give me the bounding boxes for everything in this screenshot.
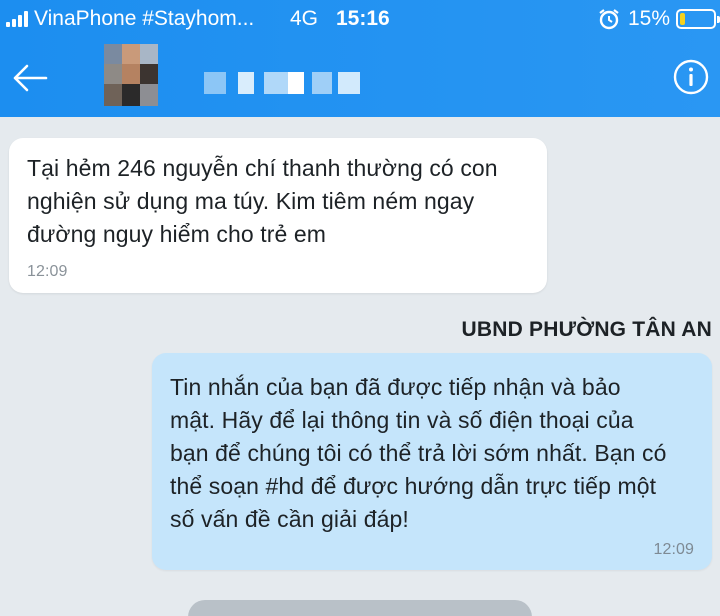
avatar-pixelated[interactable] [104,44,158,106]
message-line: mật. Hãy để lại thông tin và số điện tho… [170,407,634,433]
sender-name: UBND PHƯỜNG TÂN AN [461,318,712,341]
carrier-name: VinaPhone #Stayhom... [34,7,255,30]
battery-icon [676,9,720,29]
message-line: Tin nhắn của bạn đã được tiếp nhận và bả… [170,374,621,400]
message-line: thể soạn #hd để được hướng dẫn trực tiếp… [170,473,657,499]
message-line: số vấn đề cần giải đáp! [170,506,409,532]
message-line: Tại hẻm 246 nguyễn chí thanh thường có c… [27,155,498,181]
alarm-clock-icon [599,9,619,30]
arrow-left-icon[interactable] [10,60,50,96]
status-bar: VinaPhone #Stayhom... 4G 15:16 15% [0,0,720,38]
signal-icon [6,11,32,27]
message-line: bạn để chúng tôi có thể trả lời sớm nhất… [170,440,667,466]
date-separator-pill [188,600,532,616]
message-line: nghiện sử dụng ma túy. Kim tiêm ném ngay [27,188,475,214]
message-time: 12:09 [653,541,694,558]
contact-name-pixelated [204,72,364,94]
message-line: đường nguy hiểm cho trẻ em [27,221,327,247]
chat-header: VinaPhone #Stayhom... 4G 15:16 15% [0,0,720,117]
message-bubble-outgoing[interactable]: Tin nhắn của bạn đã được tiếp nhận và bả… [152,353,712,570]
status-time: 15:16 [336,7,390,30]
network-type: 4G [290,7,319,30]
info-circle-icon[interactable] [672,58,710,96]
message-bubble-incoming[interactable]: Tại hẻm 246 nguyễn chí thanh thường có c… [9,138,547,293]
battery-level [680,13,685,25]
battery-percent: 15% [628,7,671,30]
message-time: 12:09 [27,263,68,280]
